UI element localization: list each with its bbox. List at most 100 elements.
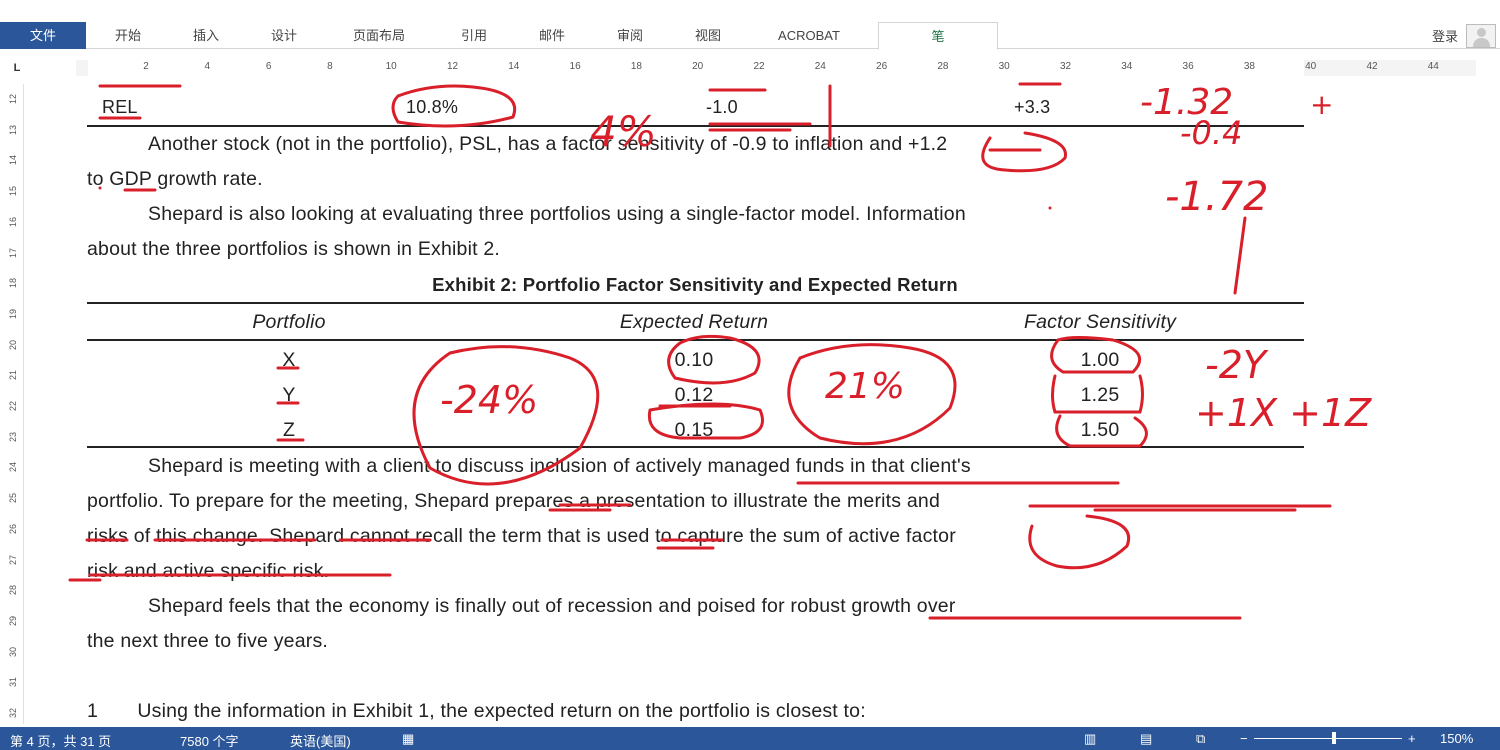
ink-note: -1.72 bbox=[1165, 174, 1269, 220]
tab-mailings[interactable]: 邮件 bbox=[520, 22, 584, 49]
ruler-tick: 21 bbox=[8, 370, 19, 381]
ink-note: 21% bbox=[825, 366, 905, 407]
tab-pen[interactable]: 笔 bbox=[878, 22, 998, 50]
ruler-tick: 22 bbox=[8, 400, 19, 412]
ruler-tick: 4 bbox=[204, 61, 211, 72]
cell: 0.10 bbox=[674, 349, 714, 371]
ruler-tick: 24 bbox=[814, 61, 826, 72]
web-layout-icon[interactable]: ⧉ bbox=[1196, 731, 1205, 747]
ruler-tick: 38 bbox=[1243, 61, 1255, 72]
ruler-tick: 28 bbox=[8, 585, 19, 596]
horizontal-ruler[interactable]: 2 4 6 8 10 12 14 16 18 20 22 24 26 28 30 32 34 36 38 40 42 44 bbox=[76, 60, 1476, 76]
ruler-tick: 34 bbox=[1121, 61, 1133, 72]
ruler-tick: 23 bbox=[8, 431, 19, 442]
ruler-tick: 27 bbox=[8, 554, 19, 565]
document-page[interactable]: REL 10.8% -1.0 +3.3 Another stock (not i… bbox=[30, 78, 1475, 726]
ink-note: -0.4 bbox=[1180, 114, 1242, 152]
print-layout-icon[interactable]: ▤ bbox=[1140, 731, 1152, 747]
ruler-tick: 18 bbox=[630, 61, 642, 72]
ruler-tick: 15 bbox=[8, 186, 19, 197]
paragraph: to GDP growth rate. bbox=[87, 168, 263, 190]
ruler-tick: 30 bbox=[8, 646, 19, 657]
ruler-tick: 14 bbox=[508, 61, 520, 72]
ink-note: -2Y bbox=[1205, 343, 1269, 387]
column-header: Portfolio bbox=[252, 311, 326, 333]
zoom-out-button[interactable]: − bbox=[1240, 731, 1248, 746]
cell: 0.12 bbox=[674, 384, 714, 406]
ruler-tick: 22 bbox=[753, 61, 765, 72]
exhibit-title: Exhibit 2: Portfolio Factor Sensitivity … bbox=[432, 274, 958, 295]
ruler-tick: 20 bbox=[692, 61, 704, 72]
ruler-tick: 42 bbox=[1366, 61, 1378, 72]
avatar-icon[interactable] bbox=[1466, 24, 1496, 48]
tab-acrobat[interactable]: ACROBAT bbox=[756, 22, 862, 49]
ruler-tick: 14 bbox=[8, 155, 19, 166]
ruler-tick: 18 bbox=[8, 278, 19, 289]
tab-references[interactable]: 引用 bbox=[442, 22, 506, 49]
ink-note: +1X +1Z bbox=[1195, 391, 1372, 435]
table-rule bbox=[87, 339, 1304, 341]
word-count[interactable]: 7580 个字 bbox=[180, 731, 239, 750]
paragraph: the next three to five years. bbox=[87, 630, 329, 652]
ink-note: -24% bbox=[440, 378, 538, 422]
tab-review[interactable]: 审阅 bbox=[598, 22, 662, 49]
login-link[interactable]: 登录 bbox=[1432, 26, 1458, 45]
ruler-tick: 16 bbox=[8, 216, 19, 227]
tab-home[interactable]: 开始 bbox=[96, 22, 160, 49]
ruler-tick: 6 bbox=[265, 61, 272, 72]
paragraph: Shepard is meeting with a client to disc… bbox=[148, 455, 971, 477]
cell: 1.00 bbox=[1080, 349, 1120, 371]
zoom-slider[interactable] bbox=[1254, 738, 1402, 739]
ink-note: + bbox=[1310, 88, 1333, 121]
tab-view[interactable]: 视图 bbox=[676, 22, 740, 49]
zoom-level[interactable]: 150% bbox=[1440, 731, 1473, 746]
ruler-tick: 30 bbox=[998, 61, 1010, 72]
cell: Z bbox=[282, 419, 296, 441]
ruler-tick: 31 bbox=[8, 677, 19, 688]
paragraph: risks of this change. Shepard cannot rec… bbox=[87, 525, 956, 547]
status-bar: 第 4 页，共 31 页 7580 个字 英语(美国) ▦ ▥ ▤ ⧉ − + … bbox=[0, 727, 1500, 750]
ink-note: -1.32 bbox=[1140, 82, 1233, 123]
zoom-in-button[interactable]: + bbox=[1408, 731, 1416, 746]
ruler-tick: 12 bbox=[446, 61, 459, 72]
rel-gdp: +3.3 bbox=[1014, 97, 1051, 117]
rel-inflation: -1.0 bbox=[706, 97, 738, 117]
table-rule bbox=[87, 125, 1304, 127]
ruler-tick: 32 bbox=[1059, 61, 1072, 72]
macro-record-icon[interactable]: ▦ bbox=[402, 731, 414, 747]
paragraph: Shepard is also looking at evaluating th… bbox=[148, 203, 966, 225]
page-count[interactable]: 第 4 页，共 31 页 bbox=[10, 731, 111, 750]
cell: X bbox=[282, 349, 296, 371]
ruler-tick: 26 bbox=[8, 523, 19, 534]
table-rule bbox=[87, 446, 1304, 448]
zoom-slider-thumb[interactable] bbox=[1332, 732, 1336, 744]
cell: 1.50 bbox=[1080, 419, 1120, 441]
tab-layout[interactable]: 页面布局 bbox=[336, 22, 422, 49]
ruler-tick: 25 bbox=[8, 493, 19, 504]
table-rule bbox=[87, 302, 1304, 304]
tab-insert[interactable]: 插入 bbox=[174, 22, 238, 49]
title-bar bbox=[0, 0, 1500, 22]
ruler-tick: 40 bbox=[1305, 61, 1317, 72]
ruler-tick: 10 bbox=[385, 61, 397, 72]
read-mode-icon[interactable]: ▥ bbox=[1084, 731, 1096, 747]
ruler-tick: 36 bbox=[1182, 61, 1194, 72]
tab-design[interactable]: 设计 bbox=[252, 22, 316, 49]
language[interactable]: 英语(美国) bbox=[290, 731, 351, 750]
paragraph: Shepard feels that the economy is finall… bbox=[148, 595, 956, 617]
ruler-tick: 29 bbox=[8, 615, 19, 626]
ruler-tick: 8 bbox=[327, 61, 333, 72]
rel-return: 10.8% bbox=[406, 97, 459, 117]
tab-stop-selector[interactable]: L bbox=[8, 60, 26, 76]
ruler-tick: 17 bbox=[8, 247, 19, 258]
tab-file[interactable]: 文件 bbox=[0, 22, 86, 49]
ruler-tick: 20 bbox=[8, 339, 19, 350]
paragraph: about the three portfolios is shown in E… bbox=[87, 238, 501, 260]
ruler-tick: 26 bbox=[876, 61, 888, 72]
ruler-tick: 19 bbox=[8, 308, 19, 319]
ruler-tick: 44 bbox=[1427, 61, 1439, 72]
rel-stock: REL bbox=[102, 97, 138, 117]
cell: 1.25 bbox=[1080, 384, 1120, 406]
vertical-ruler[interactable]: 12 13 14 15 16 17 18 19 20 21 22 23 24 25 26 27 28 29 30 31… bbox=[6, 84, 24, 724]
cell: Y bbox=[282, 384, 296, 406]
